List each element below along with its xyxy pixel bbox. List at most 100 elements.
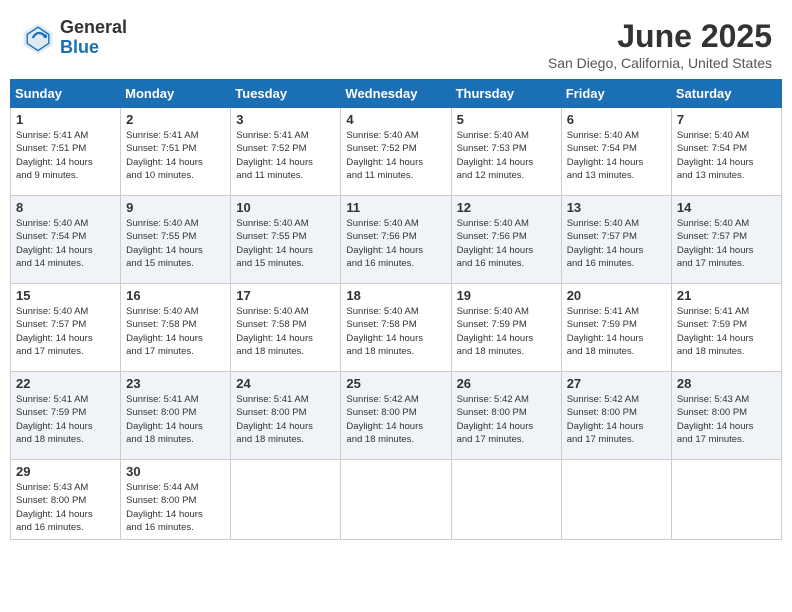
calendar-cell: 19 Sunrise: 5:40 AM Sunset: 7:59 PM Dayli… xyxy=(451,284,561,372)
calendar-cell: 5 Sunrise: 5:40 AM Sunset: 7:53 PM Daylig… xyxy=(451,108,561,196)
day-info: Sunrise: 5:40 AM Sunset: 7:52 PM Dayligh… xyxy=(346,129,445,182)
calendar-cell: 12Sunrise: 5:40 AM Sunset: 7:56 PM Dayli… xyxy=(451,196,561,284)
day-info: Sunrise: 5:42 AM Sunset: 8:00 PM Dayligh… xyxy=(457,393,556,446)
day-number: 2 xyxy=(126,112,225,127)
calendar-cell: 15 Sunrise: 5:40 AM Sunset: 7:57 PM Dayli… xyxy=(11,284,121,372)
day-info: Sunrise: 5:41 AM Sunset: 7:51 PM Dayligh… xyxy=(126,129,225,182)
day-number: 16 xyxy=(126,288,225,303)
calendar-cell: 23Sunrise: 5:41 AM Sunset: 8:00 PM Dayli… xyxy=(121,372,231,460)
day-info: Sunrise: 5:44 AM Sunset: 8:00 PM Dayligh… xyxy=(126,481,225,534)
calendar-cell xyxy=(561,460,671,540)
day-number: 28 xyxy=(677,376,776,391)
calendar-cell: 9 Sunrise: 5:40 AM Sunset: 7:55 PM Daylig… xyxy=(121,196,231,284)
weekday-header-saturday: Saturday xyxy=(671,80,781,108)
day-info: Sunrise: 5:40 AM Sunset: 7:54 PM Dayligh… xyxy=(677,129,776,182)
calendar-cell: 2 Sunrise: 5:41 AM Sunset: 7:51 PM Daylig… xyxy=(121,108,231,196)
day-info: Sunrise: 5:40 AM Sunset: 7:58 PM Dayligh… xyxy=(236,305,335,358)
day-number: 24 xyxy=(236,376,335,391)
day-info: Sunrise: 5:41 AM Sunset: 7:51 PM Dayligh… xyxy=(16,129,115,182)
day-info: Sunrise: 5:40 AM Sunset: 7:55 PM Dayligh… xyxy=(126,217,225,270)
calendar-cell: 21 Sunrise: 5:41 AM Sunset: 7:59 PM Dayli… xyxy=(671,284,781,372)
calendar-cell: 4 Sunrise: 5:40 AM Sunset: 7:52 PM Daylig… xyxy=(341,108,451,196)
day-number: 27 xyxy=(567,376,666,391)
day-info: Sunrise: 5:41 AM Sunset: 7:52 PM Dayligh… xyxy=(236,129,335,182)
day-number: 23 xyxy=(126,376,225,391)
day-number: 11 xyxy=(346,200,445,215)
logo: General Blue xyxy=(20,18,127,58)
day-number: 26 xyxy=(457,376,556,391)
day-number: 8 xyxy=(16,200,115,215)
week-row-4: 22 Sunrise: 5:41 AM Sunset: 7:59 PM Dayli… xyxy=(11,372,782,460)
day-info: Sunrise: 5:40 AM Sunset: 7:55 PM Dayligh… xyxy=(236,217,335,270)
calendar-cell: 17 Sunrise: 5:40 AM Sunset: 7:58 PM Dayli… xyxy=(231,284,341,372)
day-info: Sunrise: 5:41 AM Sunset: 8:00 PM Dayligh… xyxy=(236,393,335,446)
calendar-cell xyxy=(341,460,451,540)
logo-icon xyxy=(20,20,56,56)
calendar-cell: 10 Sunrise: 5:40 AM Sunset: 7:55 PM Dayli… xyxy=(231,196,341,284)
day-info: Sunrise: 5:40 AM Sunset: 7:53 PM Dayligh… xyxy=(457,129,556,182)
week-row-1: 1 Sunrise: 5:41 AM Sunset: 7:51 PM Daylig… xyxy=(11,108,782,196)
week-row-3: 15 Sunrise: 5:40 AM Sunset: 7:57 PM Dayli… xyxy=(11,284,782,372)
calendar-cell: 22 Sunrise: 5:41 AM Sunset: 7:59 PM Dayli… xyxy=(11,372,121,460)
day-number: 4 xyxy=(346,112,445,127)
calendar-cell: 26 Sunrise: 5:42 AM Sunset: 8:00 PM Dayli… xyxy=(451,372,561,460)
calendar-cell: 27 Sunrise: 5:42 AM Sunset: 8:00 PM Dayli… xyxy=(561,372,671,460)
calendar-cell: 20 Sunrise: 5:41 AM Sunset: 7:59 PM Dayli… xyxy=(561,284,671,372)
calendar-cell: 24 Sunrise: 5:41 AM Sunset: 8:00 PM Dayli… xyxy=(231,372,341,460)
day-info: Sunrise: 5:40 AM Sunset: 7:54 PM Dayligh… xyxy=(567,129,666,182)
day-number: 7 xyxy=(677,112,776,127)
calendar-cell: 25 Sunrise: 5:42 AM Sunset: 8:00 PM Dayli… xyxy=(341,372,451,460)
day-info: Sunrise: 5:40 AM Sunset: 7:58 PM Dayligh… xyxy=(346,305,445,358)
day-number: 9 xyxy=(126,200,225,215)
day-number: 17 xyxy=(236,288,335,303)
calendar-cell: 13Sunrise: 5:40 AM Sunset: 7:57 PM Dayli… xyxy=(561,196,671,284)
calendar-cell: 8 Sunrise: 5:40 AM Sunset: 7:54 PM Daylig… xyxy=(11,196,121,284)
day-number: 14 xyxy=(677,200,776,215)
day-number: 29 xyxy=(16,464,115,479)
day-number: 20 xyxy=(567,288,666,303)
logo-general-text: General xyxy=(60,18,127,38)
day-number: 22 xyxy=(16,376,115,391)
day-number: 25 xyxy=(346,376,445,391)
day-number: 21 xyxy=(677,288,776,303)
page-header: General Blue June 2025 San Diego, Califo… xyxy=(10,10,782,75)
day-number: 13 xyxy=(567,200,666,215)
calendar-cell xyxy=(671,460,781,540)
weekday-header-friday: Friday xyxy=(561,80,671,108)
weekday-header-wednesday: Wednesday xyxy=(341,80,451,108)
day-number: 18 xyxy=(346,288,445,303)
calendar-cell xyxy=(231,460,341,540)
day-number: 1 xyxy=(16,112,115,127)
title-block: June 2025 San Diego, California, United … xyxy=(548,18,772,71)
weekday-header-tuesday: Tuesday xyxy=(231,80,341,108)
day-info: Sunrise: 5:40 AM Sunset: 7:54 PM Dayligh… xyxy=(16,217,115,270)
week-row-5: 29Sunrise: 5:43 AM Sunset: 8:00 PM Dayli… xyxy=(11,460,782,540)
calendar-cell: 29Sunrise: 5:43 AM Sunset: 8:00 PM Dayli… xyxy=(11,460,121,540)
calendar-cell: 11Sunrise: 5:40 AM Sunset: 7:56 PM Dayli… xyxy=(341,196,451,284)
day-info: Sunrise: 5:40 AM Sunset: 7:59 PM Dayligh… xyxy=(457,305,556,358)
day-info: Sunrise: 5:41 AM Sunset: 7:59 PM Dayligh… xyxy=(567,305,666,358)
weekday-header-sunday: Sunday xyxy=(11,80,121,108)
day-number: 10 xyxy=(236,200,335,215)
calendar-cell: 14 Sunrise: 5:40 AM Sunset: 7:57 PM Dayli… xyxy=(671,196,781,284)
day-number: 12 xyxy=(457,200,556,215)
calendar-cell xyxy=(451,460,561,540)
logo-blue-text: Blue xyxy=(60,38,127,58)
calendar-cell: 3Sunrise: 5:41 AM Sunset: 7:52 PM Daylig… xyxy=(231,108,341,196)
day-info: Sunrise: 5:41 AM Sunset: 7:59 PM Dayligh… xyxy=(16,393,115,446)
day-info: Sunrise: 5:40 AM Sunset: 7:57 PM Dayligh… xyxy=(677,217,776,270)
day-info: Sunrise: 5:41 AM Sunset: 7:59 PM Dayligh… xyxy=(677,305,776,358)
day-info: Sunrise: 5:40 AM Sunset: 7:58 PM Dayligh… xyxy=(126,305,225,358)
calendar-table: SundayMondayTuesdayWednesdayThursdayFrid… xyxy=(10,79,782,540)
day-info: Sunrise: 5:42 AM Sunset: 8:00 PM Dayligh… xyxy=(346,393,445,446)
day-info: Sunrise: 5:42 AM Sunset: 8:00 PM Dayligh… xyxy=(567,393,666,446)
day-number: 5 xyxy=(457,112,556,127)
week-row-2: 8 Sunrise: 5:40 AM Sunset: 7:54 PM Daylig… xyxy=(11,196,782,284)
calendar-cell: 6Sunrise: 5:40 AM Sunset: 7:54 PM Daylig… xyxy=(561,108,671,196)
day-number: 15 xyxy=(16,288,115,303)
day-number: 30 xyxy=(126,464,225,479)
day-info: Sunrise: 5:40 AM Sunset: 7:57 PM Dayligh… xyxy=(16,305,115,358)
day-number: 19 xyxy=(457,288,556,303)
day-info: Sunrise: 5:43 AM Sunset: 8:00 PM Dayligh… xyxy=(677,393,776,446)
weekday-header-thursday: Thursday xyxy=(451,80,561,108)
